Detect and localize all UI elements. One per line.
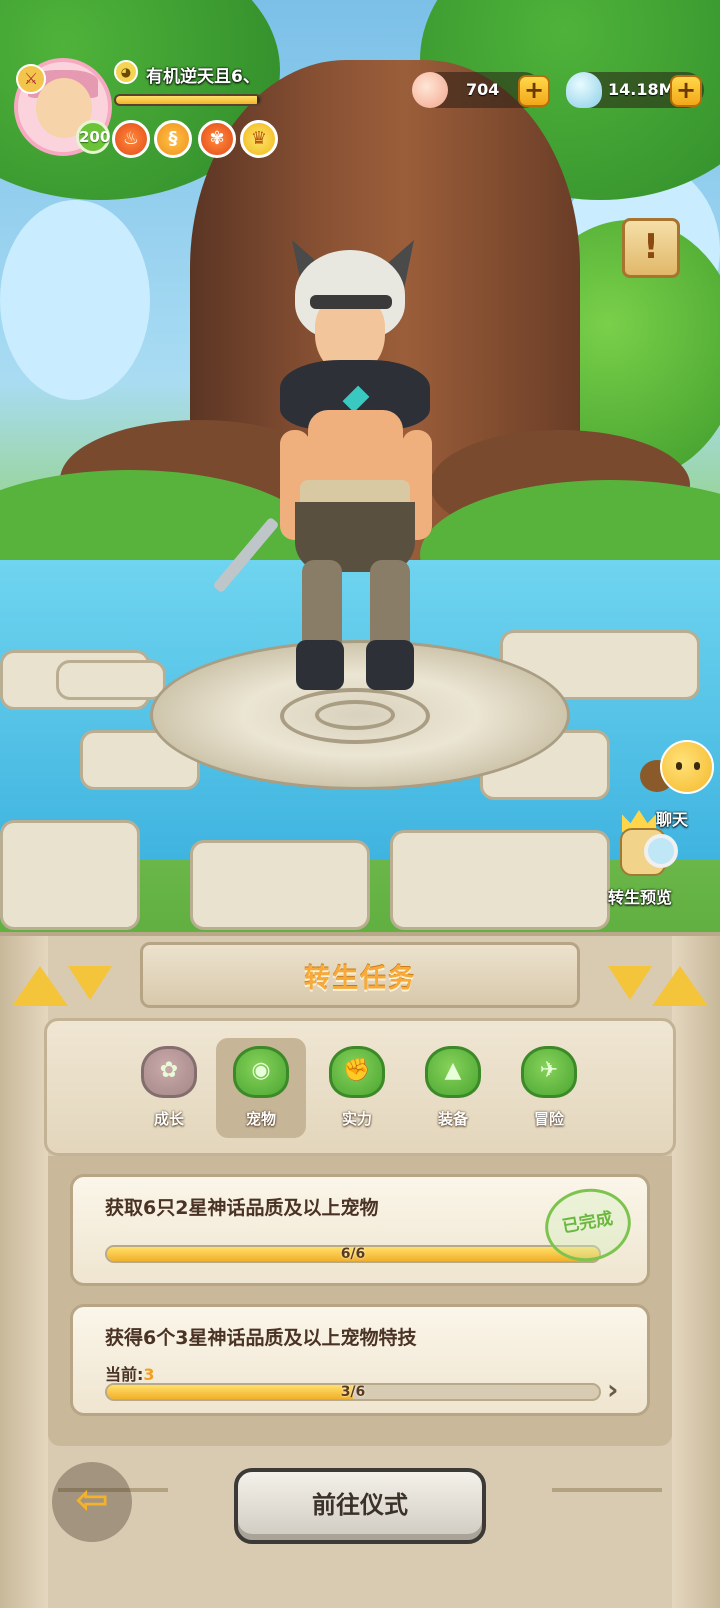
sword-icon: ⚔: [16, 64, 46, 94]
tab-pet[interactable]: ◉ 宠物: [216, 1038, 306, 1138]
chat-icon[interactable]: [660, 740, 714, 794]
quest-2-current: 当前:3: [105, 1365, 155, 1384]
title-emblem-icon: ◕: [114, 60, 138, 84]
seashell-icon: [412, 72, 448, 108]
tab-equipment[interactable]: ▲ 装备: [408, 1038, 498, 1138]
quest-2-progress-bar: 3/6: [105, 1383, 601, 1401]
tab-equipment-label: 装备: [437, 1110, 468, 1128]
tab-growth-label: 成长: [153, 1110, 184, 1128]
quest-2-progress-text: 3/6: [340, 1384, 366, 1400]
tab-strength[interactable]: ✊ 实力: [312, 1038, 402, 1138]
quest-2-current-value: 3: [143, 1365, 155, 1384]
rebirth-preview-icon[interactable]: [610, 810, 686, 880]
player-character[interactable]: [212, 240, 470, 710]
strength-icon: ✊: [329, 1046, 385, 1098]
pet-icon: ◉: [233, 1046, 289, 1098]
tab-strength-label: 实力: [341, 1110, 372, 1128]
quest-1-title: 获取6只2星神话品质及以上宠物: [105, 1197, 379, 1219]
go-to-ritual-button[interactable]: 前往仪式: [234, 1468, 486, 1544]
player-name: 有机逆天且6、: [146, 67, 260, 87]
exp-fill: [116, 96, 258, 104]
spiral-icon[interactable]: §: [154, 120, 192, 158]
add-slime-button[interactable]: +: [670, 75, 702, 107]
panel-title: 转生任务: [303, 964, 416, 994]
tab-adventure-label: 冒险: [533, 1110, 564, 1128]
tab-pet-label: 宠物: [245, 1110, 276, 1128]
notice-scroll-icon[interactable]: !: [622, 218, 680, 278]
growth-icon: ✿: [141, 1046, 197, 1098]
exp-bar: [114, 94, 262, 106]
rebirth-preview-label[interactable]: 转生预览: [608, 884, 672, 908]
rooster-icon[interactable]: ♨: [112, 120, 150, 158]
quest-1-progress-bar: 6/6: [105, 1245, 601, 1263]
tab-growth[interactable]: ✿ 成长: [124, 1038, 214, 1138]
chevron-right-icon[interactable]: ›: [607, 1373, 619, 1406]
shell-value: 704: [466, 80, 500, 99]
crown-icon[interactable]: ♛: [240, 120, 278, 158]
quest-2-title: 获得6个3星神话品质及以上宠物特技: [105, 1327, 417, 1349]
player-level-badge: 200: [76, 120, 110, 154]
equipment-icon: ▲: [425, 1046, 481, 1098]
back-arrow-button[interactable]: ⇦: [52, 1462, 132, 1542]
quest-1-progress-text: 6/6: [340, 1246, 366, 1262]
adventure-icon: ✈: [521, 1046, 577, 1098]
add-shells-button[interactable]: +: [518, 75, 550, 107]
quest-card-1[interactable]: 获取6只2星神话品质及以上宠物 6/6 已完成: [70, 1174, 650, 1286]
slime-gem-icon: [566, 72, 602, 108]
beetle-icon[interactable]: ✾: [198, 120, 236, 158]
quest-card-2[interactable]: 获得6个3星神话品质及以上宠物特技 当前:3 3/6 ›: [70, 1304, 650, 1416]
tab-adventure[interactable]: ✈ 冒险: [504, 1038, 594, 1138]
slime-value: 14.18M: [608, 80, 675, 99]
